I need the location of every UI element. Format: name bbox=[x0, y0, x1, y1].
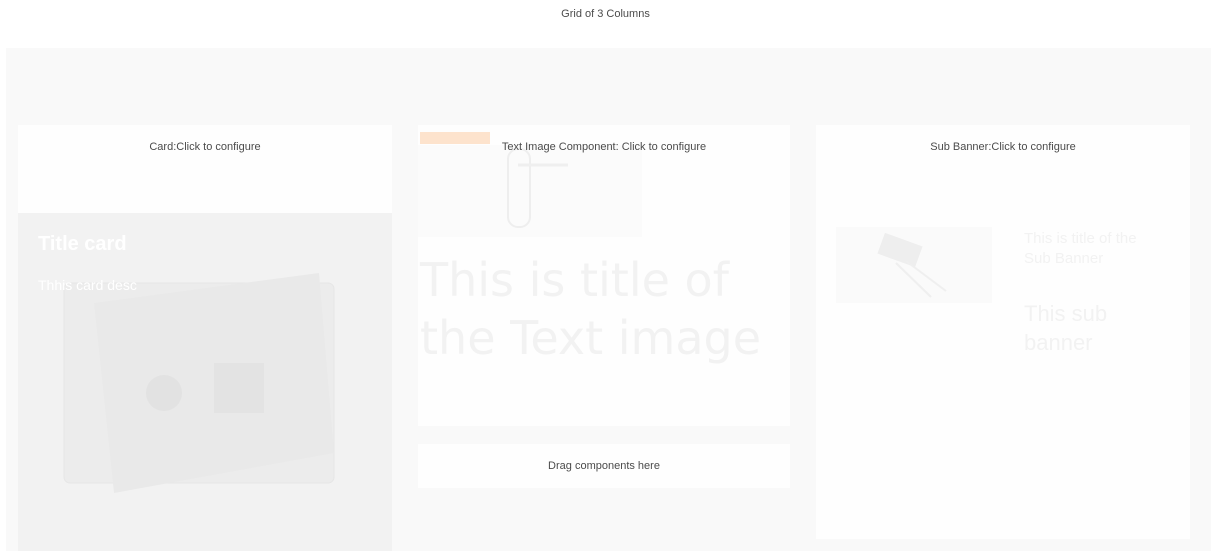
sub-banner-image bbox=[836, 227, 992, 303]
text-image-component[interactable]: Text Image Component: Click to configure… bbox=[418, 125, 790, 426]
sub-banner-configure-label[interactable]: Sub Banner:Click to configure bbox=[816, 141, 1190, 153]
card-component[interactable]: Card:Click to configure Title card Thhis… bbox=[18, 125, 392, 551]
drag-components-zone[interactable]: Drag components here bbox=[418, 444, 790, 488]
text-image-configure-label[interactable]: Text Image Component: Click to configure bbox=[418, 141, 790, 153]
card-image: Title card Thhis card desc bbox=[18, 213, 392, 551]
door-handle-icon bbox=[507, 148, 568, 228]
sub-banner-component[interactable]: Sub Banner:Click to configure This is ti… bbox=[816, 125, 1190, 539]
card-configure-label[interactable]: Card:Click to configure bbox=[18, 141, 392, 153]
grid-title: Grid of 3 Columns bbox=[561, 8, 650, 20]
text-image-title: This is title of the Text image bbox=[420, 253, 762, 365]
card-description: Thhis card desc bbox=[38, 277, 137, 293]
keys-icon bbox=[877, 232, 947, 298]
sub-banner-title: This is title of the Sub Banner bbox=[1024, 230, 1137, 267]
safe-icon bbox=[63, 273, 335, 493]
text-image-image bbox=[418, 145, 642, 237]
sub-banner-description: This sub banner bbox=[1024, 301, 1108, 355]
card-title: Title card bbox=[38, 233, 127, 255]
grid-container[interactable]: Card:Click to configure Title card Thhis… bbox=[6, 48, 1211, 551]
